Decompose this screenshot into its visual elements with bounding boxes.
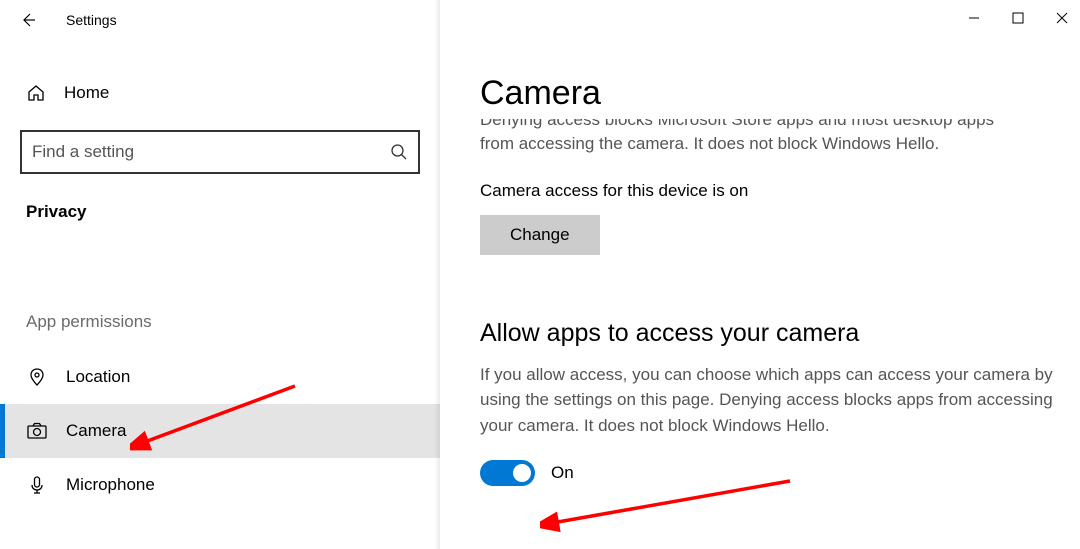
titlebar: Settings: [0, 0, 1080, 40]
sidebar-item-label: Location: [66, 367, 130, 387]
maximize-icon: [1012, 12, 1024, 24]
home-icon: [26, 83, 46, 103]
allow-apps-heading: Allow apps to access your camera: [480, 319, 1070, 348]
sidebar-group-label: App permissions: [20, 312, 420, 332]
back-arrow-icon: [19, 11, 37, 29]
allow-apps-toggle-row: On: [480, 460, 1070, 486]
sidebar-item-label: Microphone: [66, 475, 155, 495]
close-button[interactable]: [1052, 8, 1072, 28]
page-title: Camera: [480, 74, 1070, 113]
back-button[interactable]: [18, 10, 38, 30]
sidebar-item-camera[interactable]: Camera: [0, 404, 440, 458]
window-controls: [964, 0, 1080, 28]
location-icon: [26, 366, 48, 388]
search-icon: [390, 143, 408, 161]
minimize-button[interactable]: [964, 8, 984, 28]
sidebar: Home Privacy App permissions Location: [0, 40, 440, 549]
allow-apps-toggle[interactable]: [480, 460, 535, 486]
microphone-icon: [26, 474, 48, 496]
camera-icon: [26, 420, 48, 442]
content-area: Camera Denying access blocks Microsoft S…: [440, 40, 1080, 549]
toggle-knob: [513, 464, 531, 482]
sidebar-item-location[interactable]: Location: [20, 350, 420, 404]
minimize-icon: [968, 12, 980, 24]
device-access-status: Camera access for this device is on: [480, 181, 1070, 201]
allow-apps-description: If you allow access, you can choose whic…: [480, 362, 1070, 439]
close-icon: [1056, 12, 1068, 24]
sidebar-section-header: Privacy: [20, 202, 420, 222]
scroll-cutoff-text: Denying access blocks Microsoft Store ap…: [480, 119, 1070, 157]
window-title: Settings: [66, 12, 117, 28]
sidebar-item-label: Camera: [66, 421, 126, 441]
search-input[interactable]: [32, 142, 390, 162]
toggle-state-label: On: [551, 463, 574, 483]
change-button[interactable]: Change: [480, 215, 600, 255]
sidebar-item-microphone[interactable]: Microphone: [20, 458, 420, 512]
maximize-button[interactable]: [1008, 8, 1028, 28]
sidebar-home-label: Home: [64, 83, 109, 103]
search-box[interactable]: [20, 130, 420, 174]
sidebar-home[interactable]: Home: [20, 70, 420, 116]
